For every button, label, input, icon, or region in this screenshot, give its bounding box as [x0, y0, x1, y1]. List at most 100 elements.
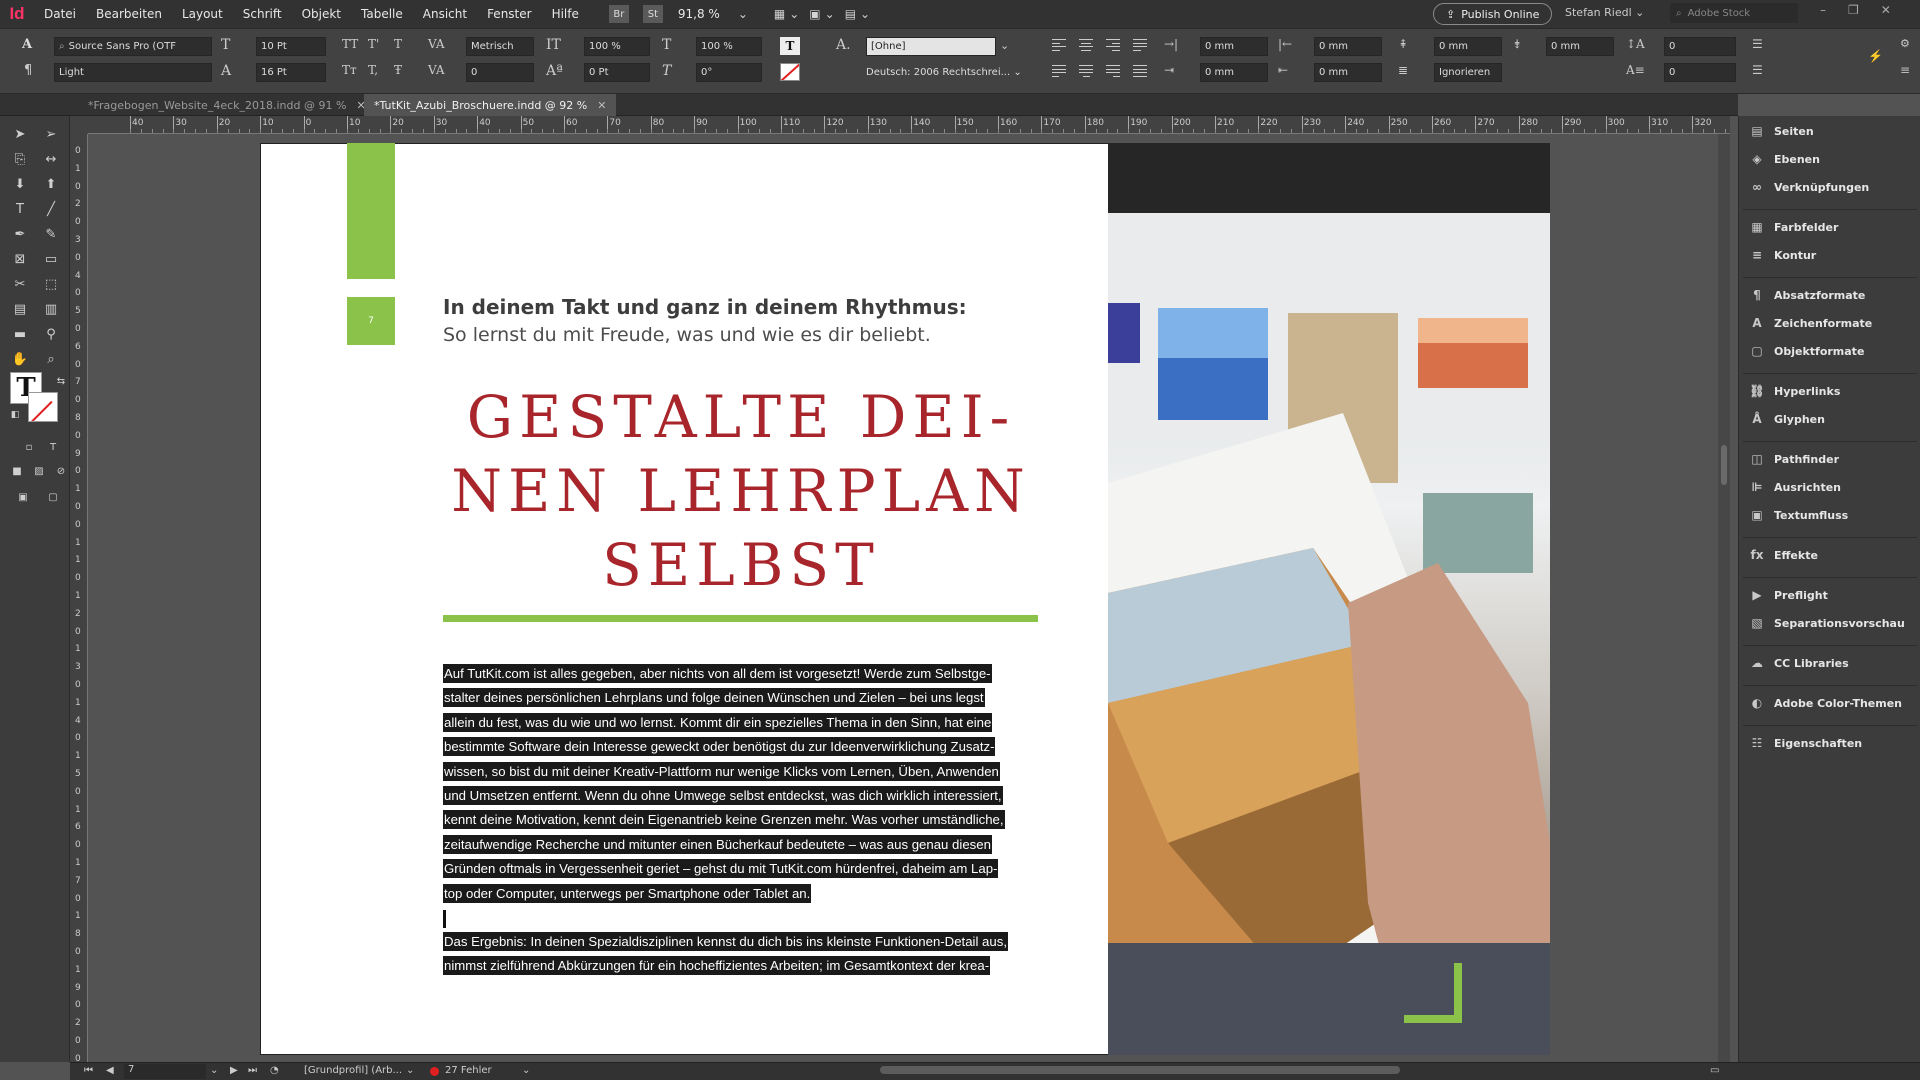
stock-button[interactable]: St	[642, 5, 663, 23]
last-line-indent-field[interactable]: 0 mm	[1314, 63, 1382, 82]
formatting-container-icon[interactable]: ▫	[20, 438, 38, 456]
menu-item[interactable]: Objekt	[292, 7, 351, 21]
character-style-field[interactable]: [Ohne]	[866, 37, 996, 56]
type-tool-icon[interactable]: T	[11, 200, 29, 218]
tab-document[interactable]: *TutKit_Azubi_Broschuere.indd @ 92 % ✕	[364, 94, 617, 116]
vertical-scrollbar[interactable]	[1718, 134, 1730, 1062]
horizontal-scale-field[interactable]: 100 %	[696, 37, 762, 56]
panel-pages[interactable]: ▤ Seiten	[1749, 124, 1813, 138]
user-menu[interactable]: Stefan Riedl ⌄	[1565, 6, 1644, 19]
left-indent-field[interactable]: 0 mm	[1200, 37, 1268, 56]
tab-document[interactable]: *Fragebogen_Website_4eck_2018.indd @ 91 …	[78, 94, 376, 116]
menu-item[interactable]: Schrift	[233, 7, 292, 21]
dropcap-chars-field[interactable]: 0	[1664, 63, 1736, 82]
expand-icon[interactable]: ▭	[1710, 1065, 1719, 1076]
previous-page-icon[interactable]: ◀	[106, 1065, 114, 1076]
menu-item[interactable]: Datei	[34, 7, 86, 21]
menu-item[interactable]: Tabelle	[351, 7, 413, 21]
minimize-icon[interactable]: –	[1820, 3, 1826, 17]
tracking-field[interactable]: 0	[466, 63, 534, 82]
panel-color-themes[interactable]: ◐ Adobe Color-Themen	[1749, 696, 1902, 710]
hand-tool-icon[interactable]: ✋	[11, 350, 29, 368]
close-icon[interactable]: ✕	[597, 99, 606, 112]
panel-swatches[interactable]: ▦ Farbfelder	[1749, 220, 1838, 234]
menu-item[interactable]: Ansicht	[413, 7, 477, 21]
character-mode-icon[interactable]: A	[22, 37, 32, 52]
default-colors-icon[interactable]: ◧	[6, 406, 24, 424]
apply-none-icon[interactable]: ⊘	[52, 462, 70, 480]
content-placer-icon[interactable]: ⬆	[42, 175, 60, 193]
space-after-field[interactable]: 0 mm	[1546, 37, 1614, 56]
headline[interactable]: GESTALTE DEI- NEN LEHRPLAN SELBST	[443, 380, 1039, 602]
menu-item[interactable]: Fenster	[477, 7, 542, 21]
align-justify-icon[interactable]	[1133, 39, 1147, 51]
panel-object-styles[interactable]: ▢ Objektformate	[1749, 344, 1864, 358]
chevron-down-icon[interactable]: ⌄	[1000, 39, 1009, 52]
chevron-down-icon[interactable]: ⌄	[406, 1065, 414, 1076]
horizontal-scroll-thumb[interactable]	[880, 1066, 1400, 1074]
panel-separations[interactable]: ▧ Separationsvorschau	[1749, 616, 1904, 630]
screen-mode-icon[interactable]: ▢	[44, 488, 62, 506]
gradient-feather-tool-icon[interactable]: ▥	[42, 300, 60, 318]
open-document-icon[interactable]: ◔	[270, 1065, 279, 1076]
align-center-icon[interactable]	[1079, 39, 1093, 51]
publish-online-button[interactable]: ⇪ Publish Online	[1433, 3, 1553, 25]
justify-all-icon[interactable]	[1133, 65, 1147, 77]
menu-item[interactable]: Layout	[172, 7, 233, 21]
zoom-level[interactable]: 91,8 %	[678, 7, 720, 21]
pencil-tool-icon[interactable]: ✎	[42, 225, 60, 243]
arrange-documents-button[interactable]: ▤ ⌄	[845, 7, 870, 21]
align-left-icon[interactable]	[1052, 39, 1066, 51]
scissors-tool-icon[interactable]: ✂	[11, 275, 29, 293]
stroke-swatch-icon[interactable]	[28, 392, 58, 422]
green-accent-bar[interactable]	[347, 143, 395, 279]
language-field[interactable]: Deutsch: 2006 Rechtschrei... ⌄	[866, 67, 1022, 78]
paragraph-mode-icon[interactable]: ¶	[24, 63, 32, 78]
panel-paragraph-styles[interactable]: ¶ Absatzformate	[1749, 288, 1865, 302]
page-tool-icon[interactable]: ⎘	[11, 150, 29, 168]
bullets-icon[interactable]: ☰	[1752, 37, 1763, 51]
page-number-box[interactable]: 7	[347, 297, 395, 345]
next-page-icon[interactable]: ▶	[230, 1065, 238, 1076]
panel-effects[interactable]: fx Effekte	[1749, 548, 1818, 562]
note-tool-icon[interactable]: ▬	[11, 325, 29, 343]
space-before-field[interactable]: 0 mm	[1434, 37, 1502, 56]
horizontal-ruler[interactable]: 40 30 20 10 0 10 20 30 40 50 60 70 80 90 100 110 120 130 1…	[88, 116, 1730, 134]
close-icon[interactable]: ✕	[1881, 3, 1891, 17]
gradient-tool-icon[interactable]: ▤	[11, 300, 29, 318]
superscript-icon[interactable]: T'	[368, 37, 379, 51]
pen-tool-icon[interactable]: ✒	[11, 225, 29, 243]
text-fill-icon[interactable]: T	[780, 37, 800, 55]
preflight-profile[interactable]: [Grundprofil] (Arb...	[304, 1065, 402, 1076]
selection-tool-icon[interactable]: ➤	[11, 125, 29, 143]
subheading-bold[interactable]: In deinem Takt und ganz in deinem Rhythm…	[443, 295, 967, 319]
font-style-field[interactable]: Light	[54, 63, 212, 82]
subscript-icon[interactable]: T,	[368, 63, 378, 77]
line-tool-icon[interactable]: ╱	[42, 200, 60, 218]
apply-gradient-icon[interactable]: ▨	[30, 462, 48, 480]
panel-layers[interactable]: ◈ Ebenen	[1749, 152, 1820, 166]
first-page-icon[interactable]: ⏮	[84, 1065, 93, 1076]
baseline-shift-field[interactable]: 0 Pt	[584, 63, 650, 82]
last-page-icon[interactable]: ⏭	[248, 1065, 257, 1076]
menu-item[interactable]: Hilfe	[542, 7, 589, 21]
chevron-down-icon[interactable]: ⌄	[522, 1065, 530, 1076]
panel-properties[interactable]: ☷ Eigenschaften	[1749, 736, 1863, 750]
dropcap-lines-field[interactable]: 0	[1664, 37, 1736, 56]
panel-stroke[interactable]: ≡ Kontur	[1749, 248, 1816, 262]
photo-frame[interactable]	[1108, 143, 1550, 1055]
align-right-icon[interactable]	[1106, 39, 1120, 51]
stock-search-field[interactable]: ⌕ Adobe Stock	[1670, 3, 1798, 23]
page-number-field[interactable]: 7	[124, 1064, 206, 1079]
vertical-ruler[interactable]: 0 1 0 2 0 3 0 4 0 5 0 6 0 7 0 8 0 9 0 1 0 0 1 1 0 1 2 0 1 3 0 1 4 0 1 5 0 1 6 0…	[70, 134, 88, 1062]
panel-align[interactable]: ⊫ Ausrichten	[1749, 480, 1841, 494]
eyedropper-tool-icon[interactable]: ⚲	[42, 325, 60, 343]
menu-item[interactable]: Bearbeiten	[86, 7, 172, 21]
rectangle-tool-icon[interactable]: ▭	[42, 250, 60, 268]
restore-icon[interactable]: ❐	[1848, 3, 1859, 17]
panel-hyperlinks[interactable]: ⛓ Hyperlinks	[1749, 384, 1840, 398]
all-caps-icon[interactable]: TT	[342, 37, 358, 51]
leading-field[interactable]: 16 Pt	[256, 63, 326, 82]
view-mode-icon[interactable]: ▣	[14, 488, 32, 506]
justify-left-icon[interactable]	[1052, 65, 1066, 77]
